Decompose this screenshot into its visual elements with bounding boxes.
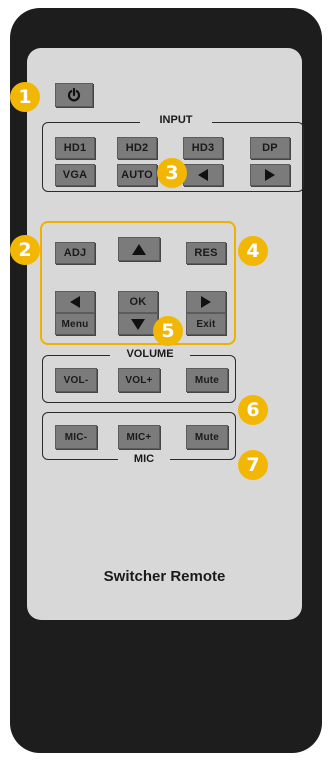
- hd1-button[interactable]: HD1: [55, 137, 95, 159]
- input-group-label: INPUT: [140, 114, 212, 126]
- badge-2: 2: [10, 235, 40, 265]
- badge-5: 5: [153, 316, 183, 346]
- arrow-up-icon: [132, 243, 146, 255]
- auto-button[interactable]: AUTO: [117, 164, 157, 186]
- nav-right-button[interactable]: [186, 291, 226, 313]
- arrow-left-icon: [70, 296, 80, 308]
- power-button[interactable]: [55, 83, 93, 107]
- badge-7: 7: [238, 450, 268, 480]
- mic-up-button[interactable]: MIC+: [118, 425, 160, 449]
- arrow-right-icon: [201, 296, 211, 308]
- vga-button[interactable]: VGA: [55, 164, 95, 186]
- mic-group-label: MIC: [118, 453, 170, 465]
- badge-1: 1: [10, 82, 40, 112]
- arrow-down-icon: [131, 318, 145, 330]
- vol-up-button[interactable]: VOL+: [118, 368, 160, 392]
- mic-mute-button[interactable]: Mute: [186, 425, 228, 449]
- mic-down-button[interactable]: MIC-: [55, 425, 97, 449]
- arrow-right-icon: [265, 169, 275, 181]
- nav-up-button[interactable]: [118, 237, 160, 261]
- exit-button[interactable]: Exit: [186, 313, 226, 335]
- input-left-button[interactable]: [183, 164, 223, 186]
- ok-button[interactable]: OK: [118, 291, 158, 313]
- menu-button[interactable]: Menu: [55, 313, 95, 335]
- badge-6: 6: [238, 395, 268, 425]
- power-icon: [67, 88, 81, 102]
- input-right-button[interactable]: [250, 164, 290, 186]
- badge-3: 3: [157, 158, 187, 188]
- hd3-button[interactable]: HD3: [183, 137, 223, 159]
- arrow-left-icon: [198, 169, 208, 181]
- nav-left-button[interactable]: [55, 291, 95, 313]
- dp-button[interactable]: DP: [250, 137, 290, 159]
- vol-down-button[interactable]: VOL-: [55, 368, 97, 392]
- hd2-button[interactable]: HD2: [117, 137, 157, 159]
- badge-4: 4: [238, 236, 268, 266]
- volume-mute-button[interactable]: Mute: [186, 368, 228, 392]
- volume-group-label: VOLUME: [110, 348, 190, 360]
- remote-title: Switcher Remote: [103, 568, 226, 585]
- nav-down-button[interactable]: [118, 313, 158, 335]
